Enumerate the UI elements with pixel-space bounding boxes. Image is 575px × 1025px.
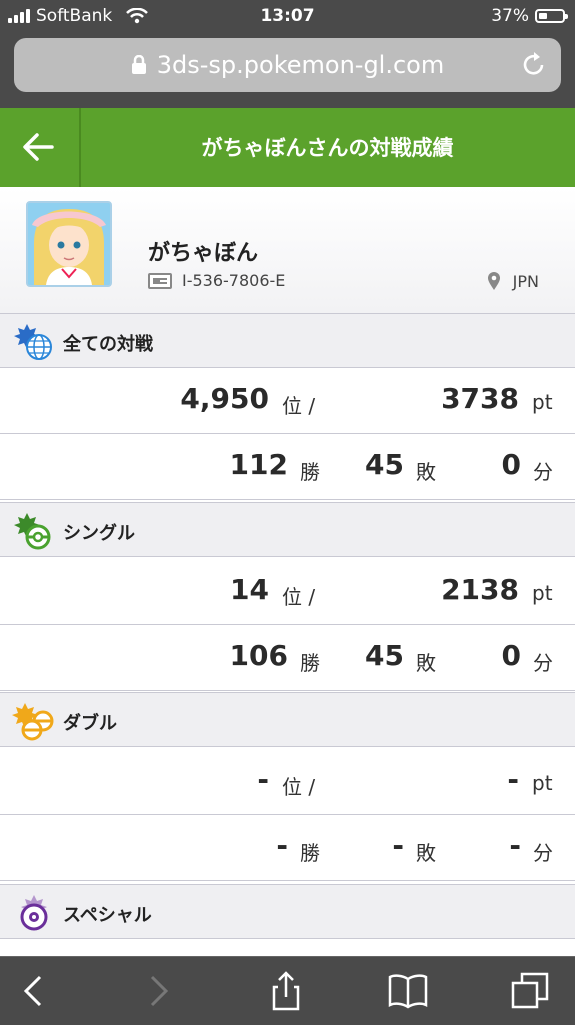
- page-header: がちゃぼんさんの対戦成績: [0, 108, 575, 187]
- points-value: -: [507, 763, 519, 796]
- arrow-left-icon: [23, 133, 54, 161]
- player-id: I-536-7806-E: [148, 271, 285, 290]
- page-title: がちゃぼんさんの対戦成績: [201, 136, 454, 160]
- rank-value: 14: [230, 573, 269, 606]
- battery-icon: [535, 9, 568, 23]
- rank-unit: 位 /: [282, 775, 316, 799]
- player-name: がちゃぼん: [148, 241, 259, 266]
- rank-row: - 位 / - pt: [0, 749, 575, 815]
- section-label: スペシャル: [63, 905, 152, 926]
- wins-unit: 勝: [300, 460, 320, 484]
- section-special: スペシャル: [0, 884, 575, 939]
- section-double: ダブル: [0, 692, 575, 747]
- status-bar: SoftBank 13:07 37%: [0, 0, 575, 32]
- rank-value: -: [257, 763, 269, 796]
- url-text: 3ds-sp.pokemon-gl.com: [156, 51, 445, 79]
- back-button[interactable]: [0, 108, 81, 187]
- draws-unit: 分: [533, 651, 553, 675]
- wins-value: 106: [229, 639, 288, 672]
- single-badge-icon: [14, 513, 51, 550]
- lock-icon: [131, 55, 146, 74]
- record-row: 112 勝 45 敗 0 分: [0, 434, 575, 500]
- rank-unit: 位 /: [282, 394, 316, 418]
- clock: 13:07: [260, 6, 315, 26]
- draws-unit: 分: [533, 841, 553, 865]
- profile-card: がちゃぼん I-536-7806-E JPN: [0, 187, 575, 314]
- record-row: - 勝 - 敗 - 分: [0, 815, 575, 881]
- battery-percent: 37%: [491, 6, 529, 26]
- section-all-battles: 全ての対戦: [0, 313, 575, 368]
- avatar: [26, 201, 112, 287]
- share-icon[interactable]: [266, 971, 306, 1011]
- wins-unit: 勝: [300, 841, 320, 865]
- wins-unit: 勝: [300, 651, 320, 675]
- draws-value: 0: [501, 448, 521, 481]
- country-code: JPN: [512, 271, 539, 291]
- record-row: 106 勝 45 敗 0 分: [0, 625, 575, 691]
- globe-badge-icon: [14, 324, 52, 360]
- points-unit: pt: [532, 771, 553, 795]
- section-label: ダブル: [63, 713, 117, 734]
- points-unit: pt: [532, 390, 553, 414]
- browser-chrome: 3ds-sp.pokemon-gl.com: [0, 32, 575, 108]
- wins-value: 112: [229, 448, 288, 481]
- battery-indicator: 37%: [491, 6, 568, 26]
- wins-value: -: [276, 829, 288, 862]
- losses-unit: 敗: [416, 460, 436, 484]
- browser-forward-icon[interactable]: [138, 971, 178, 1011]
- section-label: 全ての対戦: [63, 334, 153, 355]
- losses-unit: 敗: [416, 651, 436, 675]
- rank-row: 14 位 / 2138 pt: [0, 559, 575, 625]
- points-value: 2138: [441, 573, 519, 606]
- rank-row: 4,950 位 / 3738 pt: [0, 368, 575, 434]
- double-badge-icon: [12, 703, 54, 741]
- draws-value: 0: [501, 639, 521, 672]
- tabs-icon[interactable]: [510, 971, 550, 1011]
- rank-value: 4,950: [180, 382, 269, 415]
- special-badge-icon: [20, 895, 48, 931]
- points-unit: pt: [532, 581, 553, 605]
- bookmarks-icon[interactable]: [388, 971, 428, 1011]
- losses-value: 45: [365, 639, 404, 672]
- address-bar[interactable]: 3ds-sp.pokemon-gl.com: [14, 38, 561, 92]
- reload-icon[interactable]: [521, 51, 547, 79]
- section-label: シングル: [63, 523, 135, 544]
- browser-back-icon[interactable]: [14, 971, 54, 1011]
- points-value: 3738: [441, 382, 519, 415]
- id-card-icon: [148, 272, 172, 289]
- rank-unit: 位 /: [282, 585, 316, 609]
- browser-toolbar: [0, 956, 575, 1025]
- draws-value: -: [509, 829, 521, 862]
- location-pin-icon: [487, 272, 500, 290]
- losses-unit: 敗: [416, 841, 436, 865]
- section-single: シングル: [0, 502, 575, 557]
- losses-value: -: [392, 829, 404, 862]
- losses-value: 45: [365, 448, 404, 481]
- player-id-text: I-536-7806-E: [182, 271, 286, 290]
- player-location: JPN: [487, 271, 539, 291]
- draws-unit: 分: [533, 460, 553, 484]
